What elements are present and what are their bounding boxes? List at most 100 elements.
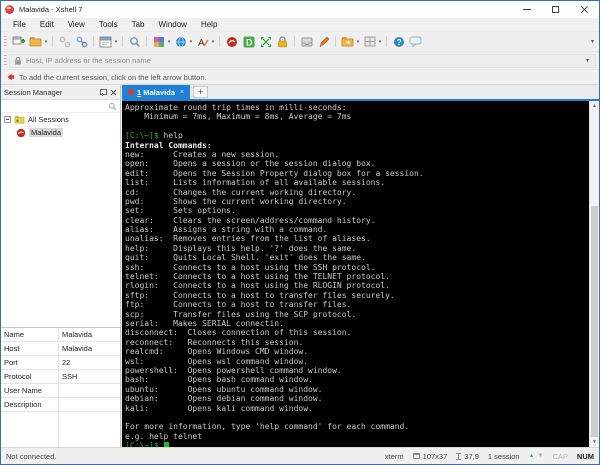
- open-session-dropdown[interactable]: [43, 39, 49, 45]
- font-button[interactable]: A: [195, 34, 210, 49]
- property-value: 22: [58, 358, 120, 367]
- title-bar: Malavida - Xshell 7: [1, 1, 599, 18]
- session-manager-panel: Session Manager All Sessions Malavida: [1, 85, 121, 447]
- file-transfer-dropdown[interactable]: [355, 39, 361, 45]
- color-scheme-dropdown[interactable]: [166, 39, 172, 45]
- compose-bar-button[interactable]: [224, 34, 239, 49]
- xagent-button[interactable]: D: [241, 34, 256, 49]
- terminal-type[interactable]: xterm: [385, 452, 404, 461]
- terminal-line: disconnect: Closes connection of this se…: [125, 328, 589, 337]
- menu-edit[interactable]: Edit: [33, 20, 61, 29]
- cursor-position-icon: [456, 453, 461, 460]
- menu-tools[interactable]: Tools: [92, 20, 125, 29]
- pin-panel-icon[interactable]: [99, 89, 106, 96]
- menu-help[interactable]: Help: [194, 20, 224, 29]
- terminal-line: ubuntu: Opens ubuntu command window.: [125, 385, 589, 394]
- reconnect-button[interactable]: [74, 34, 89, 49]
- new-tab-button[interactable]: +: [193, 86, 208, 98]
- terminal-line: debian: Opens debian command window.: [125, 394, 589, 403]
- layout-dropdown[interactable]: [377, 39, 383, 45]
- toolbar-separator: [122, 36, 123, 47]
- scroll-to-top-icon[interactable]: ▲: [529, 453, 535, 459]
- terminal-line: pwd: Shows the current working directory…: [125, 197, 589, 206]
- encoding-globe-icon: [175, 36, 187, 48]
- terminal-scrollbar[interactable]: ▲ ▼: [589, 101, 599, 447]
- color-scheme-icon: [153, 36, 165, 48]
- tab-close-icon[interactable]: ×: [180, 89, 184, 96]
- property-label: Protocol: [1, 372, 58, 381]
- disconnect-button[interactable]: [57, 34, 72, 49]
- caps-lock-indicator: CAP: [552, 452, 567, 461]
- feedback-button[interactable]: [408, 34, 423, 49]
- menu-bar: File Edit View Tools Tab Window Help: [1, 18, 599, 32]
- terminal-line: [C:\~]$ help: [125, 131, 589, 140]
- fullscreen-button[interactable]: [258, 34, 273, 49]
- tree-item-label: All Sessions: [28, 115, 69, 124]
- property-label: Description: [1, 400, 58, 409]
- lock-screen-button[interactable]: [275, 34, 290, 49]
- menu-tab[interactable]: Tab: [125, 20, 152, 29]
- session-dialog-button[interactable]: [98, 34, 113, 49]
- address-input-box[interactable]: [9, 54, 596, 68]
- minimize-button[interactable]: [512, 1, 541, 18]
- terminal-line: clear: Clears the screen/address/command…: [125, 216, 589, 225]
- tab-malavida[interactable]: 1 Malavida ×: [122, 85, 190, 99]
- open-session-button[interactable]: [28, 34, 43, 49]
- session-search-row[interactable]: [1, 100, 120, 113]
- find-button[interactable]: [127, 34, 142, 49]
- encoding-button[interactable]: [173, 34, 188, 49]
- session-count[interactable]: 1 session: [488, 452, 520, 461]
- property-value: Malavida: [58, 330, 120, 339]
- scroll-down-icon[interactable]: ▼: [590, 437, 599, 447]
- terminal-line: powershell: Opens powershell command win…: [125, 366, 589, 375]
- menu-file[interactable]: File: [6, 20, 33, 29]
- menu-window[interactable]: Window: [151, 20, 193, 29]
- scrollbar-thumb[interactable]: [591, 206, 598, 437]
- address-input[interactable]: [26, 56, 584, 65]
- terminal-line: [125, 122, 589, 131]
- terminal-line: e.g. help telnet: [125, 432, 589, 441]
- close-panel-icon[interactable]: [110, 89, 117, 96]
- tray-button[interactable]: [299, 34, 314, 49]
- xshell-logo-icon: [5, 5, 14, 14]
- highlight-button[interactable]: [316, 34, 331, 49]
- help-button[interactable]: ?: [391, 34, 406, 49]
- toolbar-grip[interactable]: [4, 36, 7, 48]
- session-dialog-dropdown[interactable]: [113, 39, 119, 45]
- terminal-output[interactable]: Approximate round trip times in milli-se…: [122, 101, 589, 447]
- font-dropdown[interactable]: [210, 39, 216, 45]
- toolbar-separator: [219, 36, 220, 47]
- tree-item-all-sessions[interactable]: All Sessions: [1, 113, 120, 126]
- property-label: User Name: [1, 386, 58, 395]
- scroll-up-icon[interactable]: ▲: [590, 101, 599, 111]
- file-transfer-button[interactable]: [340, 34, 355, 49]
- tree-item-malavida[interactable]: Malavida: [1, 126, 120, 139]
- property-label: Name: [1, 330, 58, 339]
- layout-button[interactable]: [362, 34, 377, 49]
- encoding-dropdown[interactable]: [188, 39, 194, 45]
- address-bar: [1, 51, 599, 69]
- terminal-line: help: Displays this help. '?' does the s…: [125, 244, 589, 253]
- toolbar-separator: [93, 36, 94, 47]
- address-bar-grip[interactable]: [4, 55, 7, 67]
- collapse-icon[interactable]: [4, 116, 11, 123]
- close-button[interactable]: [570, 1, 599, 18]
- terminal-size-indicator: 107x37: [413, 452, 448, 461]
- scroll-to-bottom-icon[interactable]: ▼: [538, 453, 544, 459]
- terminal-size-icon: [413, 453, 420, 459]
- toolbar-overflow-button[interactable]: [591, 38, 594, 45]
- svg-text:D: D: [246, 37, 253, 47]
- new-session-button[interactable]: [11, 34, 26, 49]
- info-bar-text: To add the current session, click on the…: [19, 73, 207, 82]
- color-scheme-button[interactable]: [151, 34, 166, 49]
- close-icon: [580, 5, 589, 14]
- address-dropdown-icon[interactable]: [584, 57, 591, 64]
- maximize-icon: [552, 6, 559, 13]
- maximize-button[interactable]: [541, 1, 570, 18]
- terminal-line: realcmd: Opens Windows CMD window.: [125, 347, 589, 356]
- terminal-line: set: Sets options.: [125, 206, 589, 215]
- new-session-icon: [12, 35, 25, 48]
- terminal-line: For more information, type 'help command…: [125, 422, 589, 431]
- menu-view[interactable]: View: [61, 20, 92, 29]
- terminal-line: sftp: Connects to a host to transfer fil…: [125, 291, 589, 300]
